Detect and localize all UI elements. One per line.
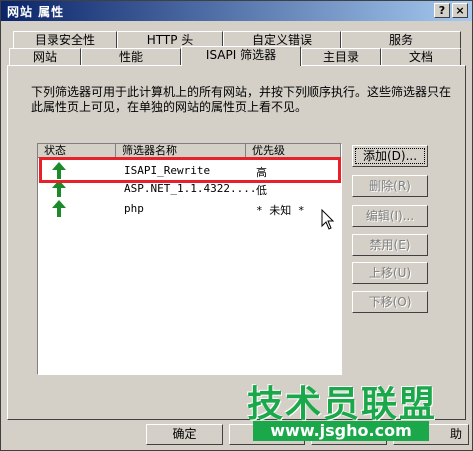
green-up-arrow-icon [52,200,66,217]
tab-website[interactable]: 网站 [9,48,81,66]
tab-directory-security[interactable]: 目录安全性 [13,31,117,49]
edit-button[interactable]: 编辑(I)... [352,205,428,227]
move-down-button[interactable]: 下移(O) [352,291,428,313]
window-title: 网站 属性 [7,5,65,19]
tab-home-directory[interactable]: 主目录 [301,48,381,66]
title-bar[interactable]: 网站 属性 ? × [1,1,472,21]
tab-documents[interactable]: 文档 [381,48,461,66]
watermark-text: 技术员联盟 [247,384,438,425]
row-highlight-box [39,157,341,183]
tab-isapi-filters[interactable]: ISAPI 筛选器 [181,46,301,66]
properties-window: 网站 属性 ? × 目录安全性 HTTP 头 自定义错误 服务 网站 性能 IS… [0,0,473,451]
watermark-url: www.jsgho.com [253,421,429,441]
tab-performance[interactable]: 性能 [81,48,181,66]
watermark-logo: 技术员联盟 www.jsgho.com [247,384,438,441]
list-header: 状态 筛选器名称 优先级 [38,144,341,158]
filters-description: 下列筛选器可用于此计算机上的所有网站，并按下列顺序执行。这些筛选器只在此属性页上… [31,85,452,114]
add-button[interactable]: 添加(D)... [352,145,428,167]
tab-service[interactable]: 服务 [341,31,461,49]
filter-name: ASP.NET_1.1.4322.... [124,182,257,195]
filter-row[interactable]: php * 未知 * [38,200,341,218]
column-priority[interactable]: 优先级 [246,144,341,158]
remove-button[interactable]: 删除(R) [352,175,428,197]
disable-button[interactable]: 禁用(E) [352,234,428,256]
filter-name: php [124,202,144,215]
move-up-button[interactable]: 上移(U) [352,262,428,284]
ok-button[interactable]: 确定 [146,424,223,445]
filter-priority: * 未知 * [256,204,305,217]
column-status[interactable]: 状态 [38,144,116,158]
help-button[interactable]: ? [434,3,450,18]
close-button[interactable]: × [452,3,468,18]
column-filter-name[interactable]: 筛选器名称 [116,144,246,158]
filter-priority: 低 [256,184,267,197]
mouse-pointer-icon [321,209,335,230]
